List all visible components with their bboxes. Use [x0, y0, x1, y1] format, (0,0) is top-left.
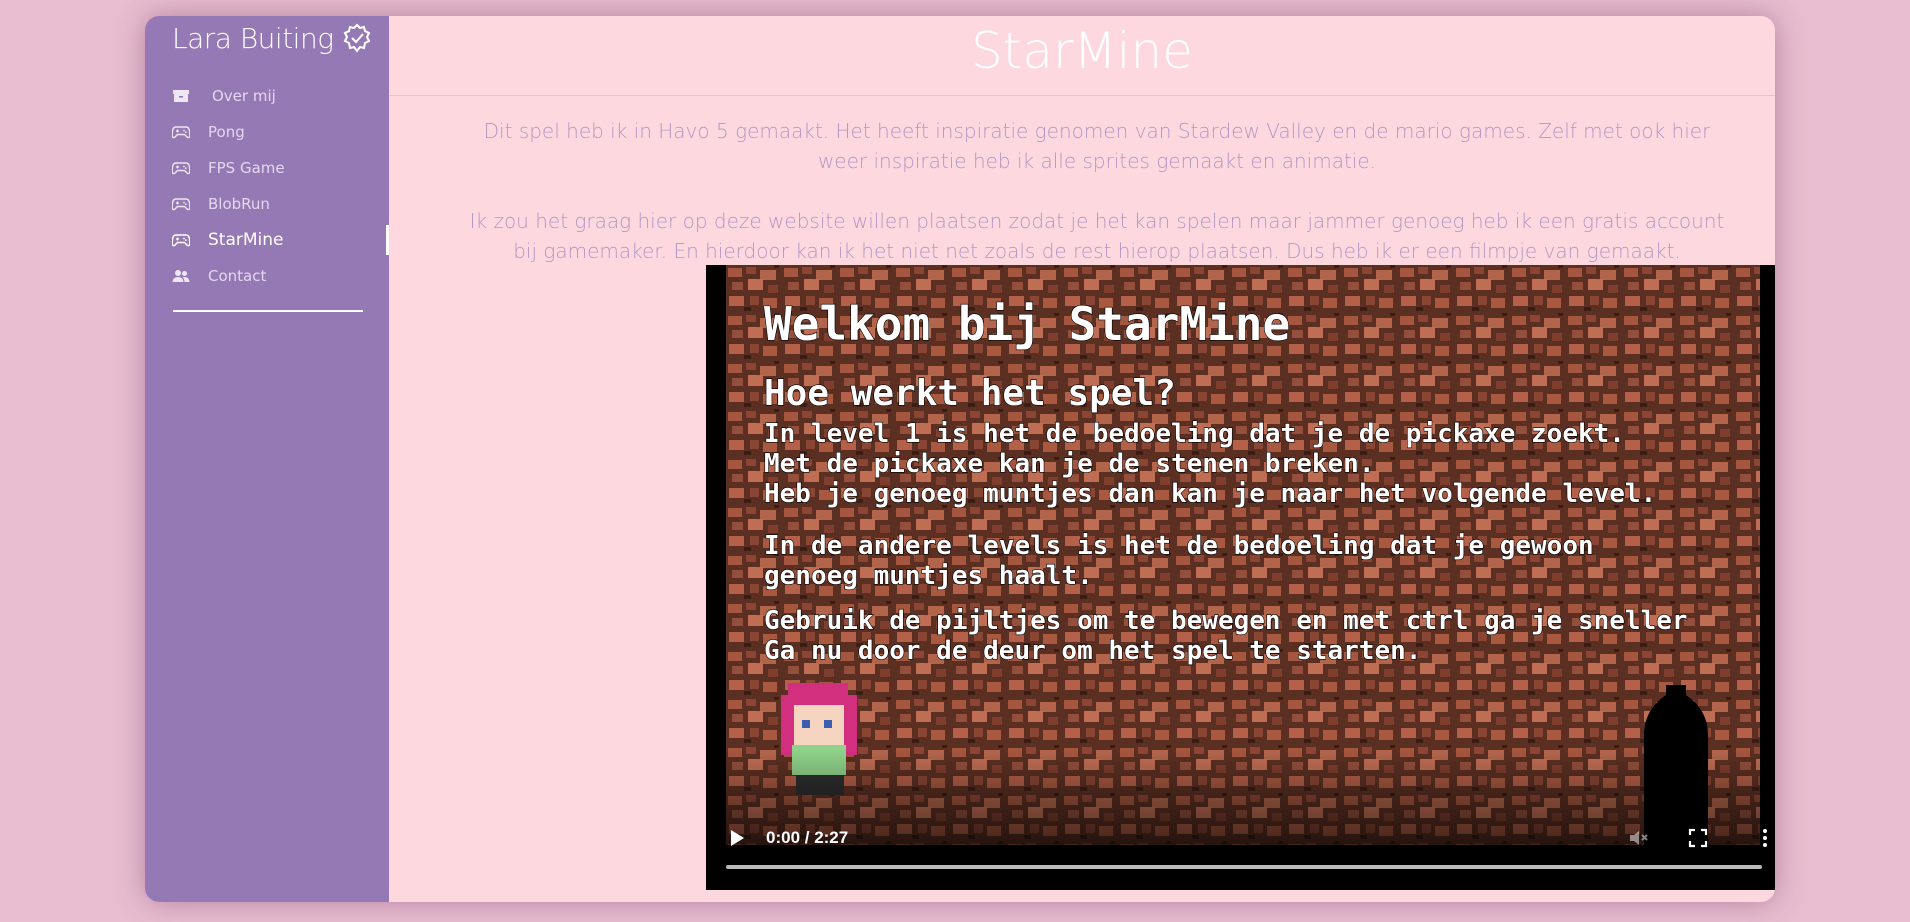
app-window: Lara Buiting Over mij Pong FPS Game Blob… [145, 16, 1775, 902]
explanation-paragraph: Ik zou het graag hier op deze website wi… [469, 209, 1725, 263]
frame-line: genoeg muntjes haalt. [764, 561, 1093, 591]
sidebar-item-blobrun[interactable]: BlobRun [145, 186, 389, 222]
play-icon[interactable] [728, 828, 746, 848]
frame-line: In de andere levels is het de bedoeling … [764, 531, 1594, 561]
users-icon [172, 269, 190, 283]
volume-muted-icon[interactable] [1626, 826, 1650, 850]
frame-line: Heb je genoeg muntjes dan kan je naar he… [764, 479, 1656, 509]
sidebar-item-label: Contact [208, 267, 267, 285]
sidebar-item-label: BlobRun [208, 195, 270, 213]
sidebar-item-starmine[interactable]: StarMine [145, 222, 389, 258]
video-time: 0:00 / 2:27 [766, 828, 849, 847]
sidebar-item-pong[interactable]: Pong [145, 114, 389, 150]
frame-line: In level 1 is het de bedoeling dat je de… [764, 419, 1625, 449]
frame-subheading: Hoe werkt het spel? [764, 373, 1176, 414]
page-title: StarMine [970, 22, 1194, 80]
title-divider [389, 95, 1775, 96]
brand[interactable]: Lara Buiting [172, 18, 372, 58]
frame-line: Gebruik de pijltjes om te bewegen en met… [764, 606, 1688, 636]
frame-heading: Welkom bij StarMine [764, 297, 1290, 351]
gamepad-icon [172, 197, 190, 211]
gamepad-icon [172, 125, 190, 139]
sidebar-divider [173, 310, 363, 312]
brand-name: Lara Buiting [172, 21, 334, 55]
sidebar-item-over-mij[interactable]: Over mij [145, 78, 389, 114]
video-progress-bar[interactable] [726, 865, 1762, 869]
frame-line: Ga nu door de deur om het spel te starte… [764, 636, 1421, 666]
fullscreen-icon[interactable] [1686, 826, 1710, 850]
sidebar-item-contact[interactable]: Contact [145, 258, 389, 294]
video-player[interactable]: Welkom bij StarMine Hoe werkt het spel? … [706, 265, 1775, 890]
sidebar-item-fps-game[interactable]: FPS Game [145, 150, 389, 186]
sidebar-item-label: Over mij [212, 87, 276, 105]
intro-paragraph: Dit spel heb ik in Havo 5 gemaakt. Het h… [483, 119, 1711, 173]
more-options-icon[interactable] [1753, 826, 1775, 850]
archive-icon [172, 89, 190, 103]
frame-line: Met de pickaxe kan je de stenen breken. [764, 449, 1374, 479]
sidebar-item-label: Pong [208, 123, 245, 141]
sidebar-item-label: StarMine [208, 230, 284, 250]
verified-badge-icon [343, 23, 370, 53]
gamepad-icon [172, 233, 190, 247]
sidebar: Lara Buiting Over mij Pong FPS Game Blob… [145, 16, 389, 902]
sidebar-nav: Over mij Pong FPS Game BlobRun StarMine … [145, 78, 389, 294]
sidebar-item-label: FPS Game [208, 159, 285, 177]
gamepad-icon [172, 161, 190, 175]
main-content: StarMine Dit spel heb ik in Havo 5 gemaa… [389, 16, 1775, 902]
video-controls: 0:00 / 2:27 [706, 750, 1775, 890]
